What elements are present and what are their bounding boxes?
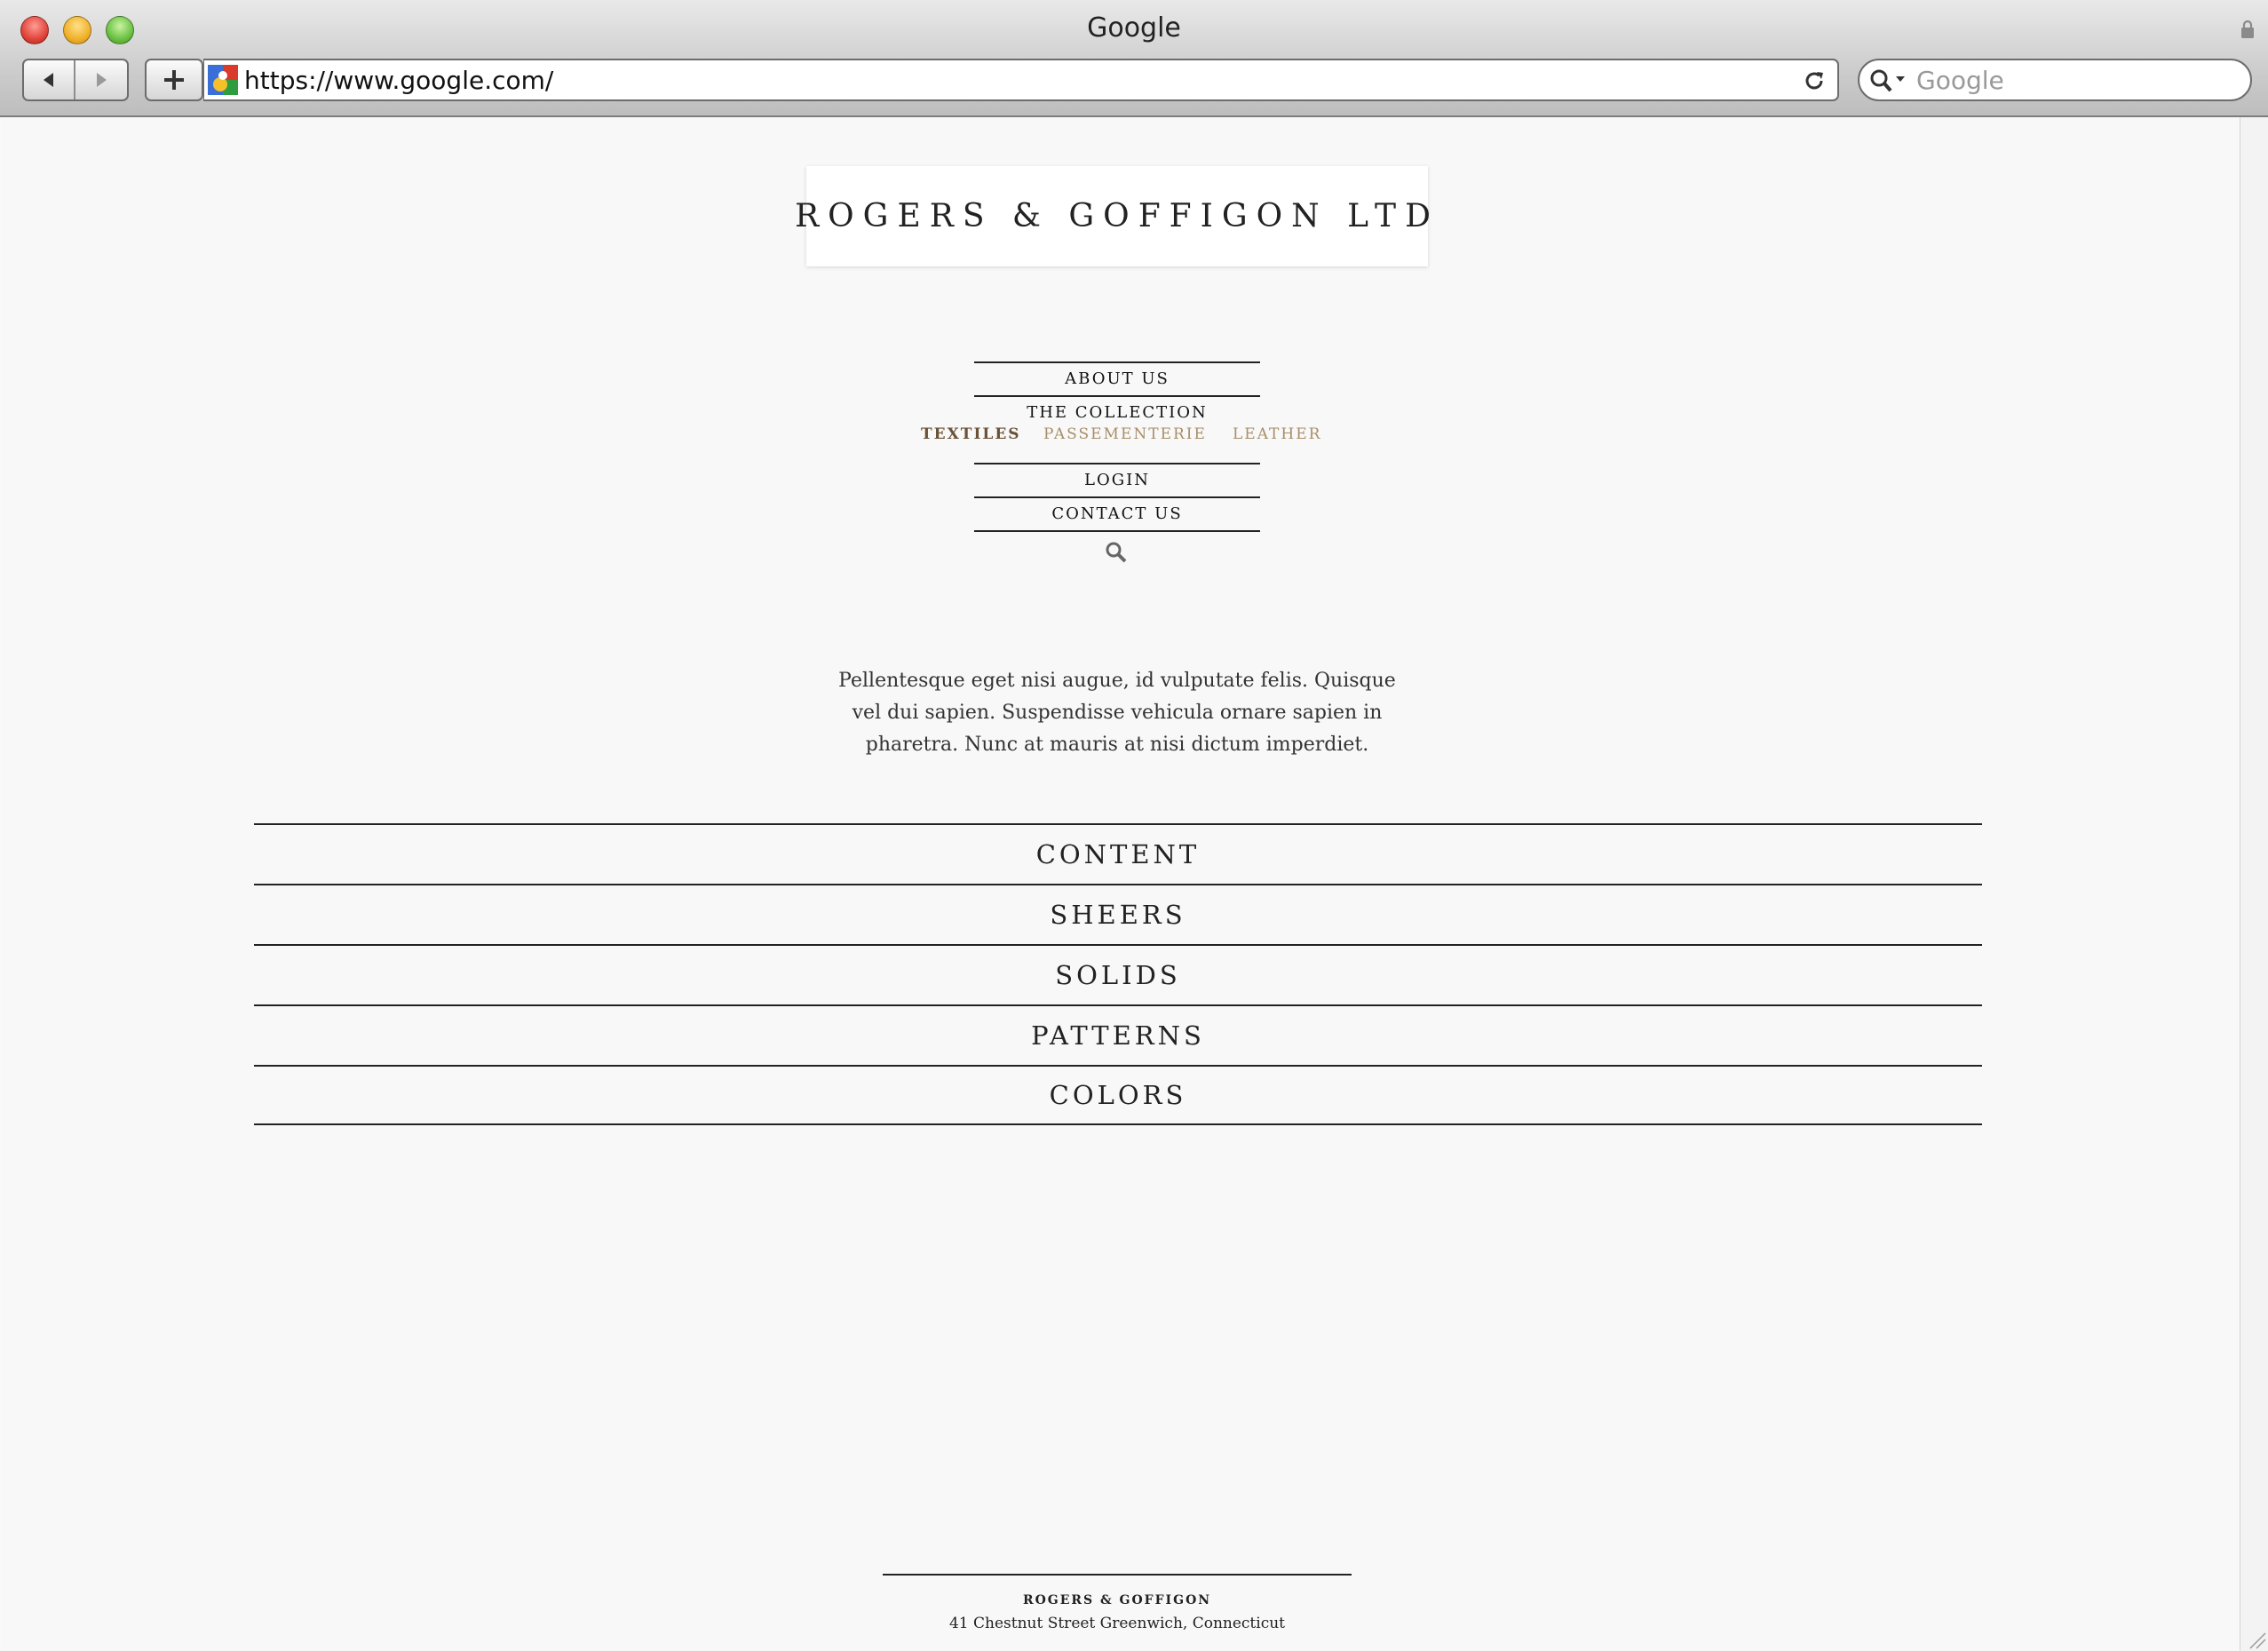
nav-passementerie[interactable]: PASSEMENTERIE: [1043, 425, 1207, 443]
site-logo[interactable]: ROGERS & GOFFIGON LTD: [795, 166, 1431, 266]
nav-textiles[interactable]: TEXTILES: [921, 425, 1021, 443]
web-page: ROGERS & GOFFIGON LTD ABOUT US THE COLLE…: [2, 117, 2240, 1651]
search-placeholder: Google: [1916, 66, 2004, 95]
browser-search-field[interactable]: Google: [1858, 59, 2252, 101]
resize-grip-icon[interactable]: [2247, 1630, 2266, 1649]
nav-about-us[interactable]: ABOUT US: [974, 363, 1260, 395]
footer-address: 41 Chestnut Street Greenwich, Connecticu…: [948, 1615, 1286, 1632]
collection-submenu: TEXTILES PASSEMENTERIE LEATHER: [921, 424, 1320, 463]
forward-arrow-icon: [97, 73, 107, 87]
logo-text: ROGERS & GOFFIGON LTD: [795, 198, 1439, 234]
browser-window: Google https://www.google.com/ Google RO…: [0, 0, 2268, 1651]
address-bar[interactable]: https://www.google.com/: [203, 59, 1839, 101]
back-button[interactable]: [24, 60, 75, 99]
lock-icon: [2241, 20, 2254, 38]
window-title: Google: [1087, 12, 1181, 44]
nav-leather[interactable]: LEATHER: [1233, 425, 1321, 443]
browser-toolbar: Google https://www.google.com/ Google: [0, 0, 2268, 117]
url-text[interactable]: https://www.google.com/: [244, 66, 553, 95]
reload-icon[interactable]: [1802, 68, 1827, 93]
category-patterns[interactable]: PATTERNS: [254, 1004, 1982, 1065]
forward-button[interactable]: [75, 60, 127, 99]
search-icon: [1870, 69, 1905, 92]
scrollbar-track[interactable]: [2240, 117, 2268, 1651]
category-sheers[interactable]: SHEERS: [254, 884, 1982, 944]
intro-paragraph: Pellentesque eget nisi augue, id vulputa…: [838, 670, 1396, 756]
site-search-icon[interactable]: [1103, 539, 1130, 566]
add-bookmark-button[interactable]: [145, 59, 203, 101]
category-list: CONTENT SHEERS SOLIDS PATTERNS COLORS: [254, 823, 1982, 1125]
site-nav: ABOUT US THE COLLECTION TEXTILES PASSEME…: [921, 361, 1320, 532]
category-solids[interactable]: SOLIDS: [254, 944, 1982, 1004]
google-favicon-icon: [208, 65, 238, 95]
nav-login[interactable]: LOGIN: [974, 464, 1260, 496]
nav-contact-us[interactable]: CONTACT US: [974, 498, 1260, 530]
site-footer: ROGERS & GOFFIGON 41 Chestnut Street Gre…: [883, 1574, 1352, 1632]
plus-icon: [147, 60, 202, 99]
footer-company-name: ROGERS & GOFFIGON: [1022, 1593, 1212, 1607]
nav-the-collection[interactable]: THE COLLECTION: [974, 397, 1260, 424]
category-colors[interactable]: COLORS: [254, 1065, 1982, 1125]
nav-divider: [974, 530, 1260, 532]
history-nav: [22, 59, 129, 101]
back-arrow-icon: [44, 73, 53, 87]
category-content[interactable]: CONTENT: [254, 823, 1982, 884]
